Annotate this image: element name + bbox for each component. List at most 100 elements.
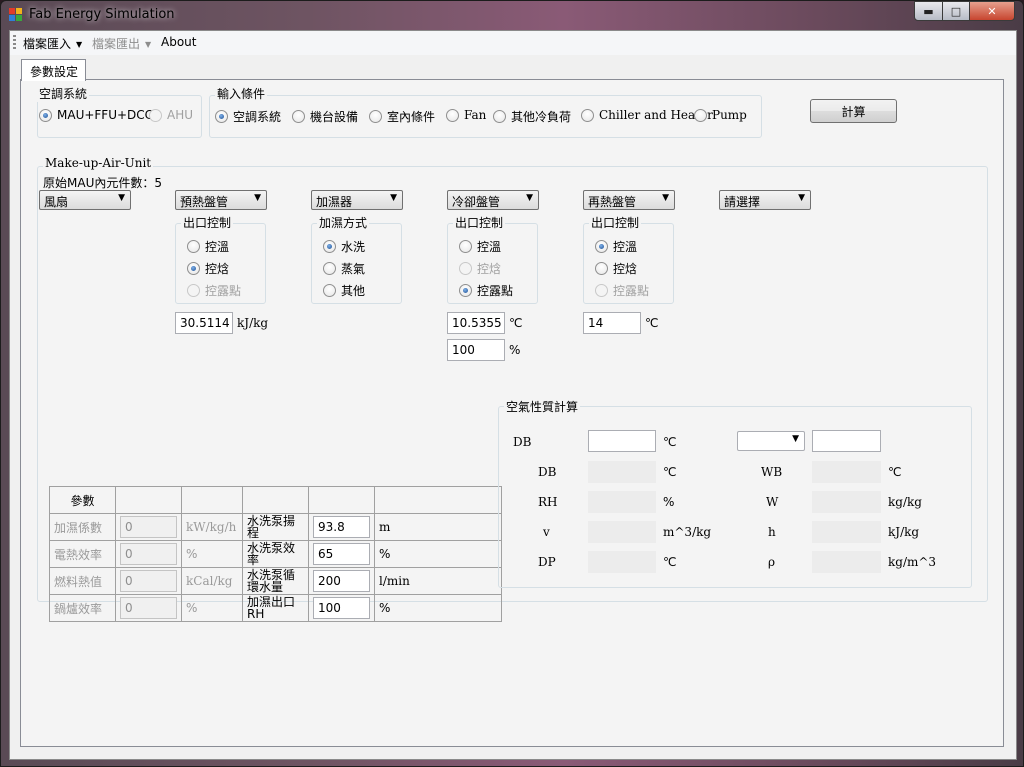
dropdown-arrow-icon: ▼ [526,193,533,203]
param-label-2: 水洗泵效率 [242,540,309,568]
param-value-input[interactable]: 0 [120,516,177,538]
param-label-2: 水洗泵循環水量 [242,567,309,595]
param-unit-2: % [374,540,502,568]
db-input[interactable] [588,430,656,452]
radio-input-other-load[interactable]: 其他冷負荷 [493,108,571,125]
air-h-unit: kJ/kg [888,525,920,539]
minimize-button[interactable]: ▬ [914,1,943,21]
combo-select[interactable]: 請選擇 ▼ [719,190,811,210]
radio-input-pump[interactable]: Pump [694,108,747,122]
radio-humidify-steam[interactable]: 蒸氣 [323,260,365,277]
app-icon [9,8,23,22]
air-dp-label: DP [538,555,556,569]
param-label: 鍋爐效率 [49,594,116,622]
window-title: Fab Energy Simulation [29,7,175,22]
humidify-method-title: 加濕方式 [317,214,370,231]
combo-fan[interactable]: 風扇 ▼ [39,190,131,210]
table-row: 燃料熱值 0 kCal/kg 水洗泵循環水量 200 l/min [49,567,502,595]
air-w-unit: kg/kg [888,495,922,509]
mau-group-title: Make-up-Air-Unit [43,156,154,170]
air-rho-output [812,551,881,573]
radio-cooling-dewpoint[interactable]: 控露點 [459,282,513,299]
tab-parameters[interactable]: 參數設定 [21,59,86,81]
minimize-icon: ▬ [923,4,934,18]
dropdown-arrow-icon: ▼ [254,193,261,203]
param-value-input-2[interactable]: 65 [313,543,370,565]
radio-cooling-enthalpy[interactable]: 控焓 [459,260,501,277]
param-value-input[interactable]: 0 [120,597,177,619]
preheat-control-title: 出口控制 [181,214,234,231]
param-value-input[interactable]: 0 [120,570,177,592]
radio-preheat-dewpoint[interactable]: 控露點 [187,282,241,299]
combo-humidifier[interactable]: 加濕器 ▼ [311,190,403,210]
combo-cooling[interactable]: 冷卻盤管 ▼ [447,190,539,210]
dropdown-arrow-icon: ▼ [662,193,669,203]
air-rh-unit: % [663,495,675,509]
param-value-input-2[interactable]: 200 [313,570,370,592]
radio-input-equipment[interactable]: 機台設備 [292,108,358,125]
menu-about[interactable]: About [161,35,196,49]
radio-ahu[interactable]: AHU [149,108,193,122]
radio-humidify-water[interactable]: 水洗 [323,238,365,255]
radio-input-aircon[interactable]: 空調系統 [215,108,281,125]
close-icon: ✕ [987,4,997,18]
property-value-input[interactable] [812,430,881,452]
radio-preheat-temp[interactable]: 控溫 [187,238,229,255]
maximize-button[interactable]: □ [942,1,970,21]
menu-import[interactable]: 檔案匯入 ▼ [23,35,82,52]
reheat-value-input[interactable]: 14 [583,312,641,334]
air-db-label: DB [538,465,557,479]
property-select[interactable]: ▼ [737,431,805,451]
client-area: 檔案匯入 ▼ 檔案匯出 ▼ About 參數設定 空調系統 MAU+FFU+DCC … [9,30,1017,760]
table-row: 鍋爐效率 0 % 加濕出口RH 100 % [49,594,502,622]
cooling-rh-unit: % [509,343,521,357]
radio-preheat-enthalpy[interactable]: 控焓 [187,260,229,277]
calculate-button[interactable]: 計算 [810,99,897,123]
param-label-2: 水洗泵揚程 [242,513,309,541]
table-row: 電熱效率 0 % 水洗泵效率 65 % [49,540,502,568]
radio-input-fan[interactable]: Fan [446,108,486,122]
param-label: 燃料熱值 [49,567,116,595]
air-wb-output [812,461,881,483]
table-header-row: 參數 [49,486,502,514]
radio-input-indoor[interactable]: 室內條件 [369,108,435,125]
combo-reheat[interactable]: 再熱盤管 ▼ [583,190,675,210]
air-dp-output [588,551,656,573]
combo-preheat[interactable]: 預熱盤管 ▼ [175,190,267,210]
close-button[interactable]: ✕ [969,1,1015,21]
air-v-label: v [543,525,550,539]
param-label-2: 加濕出口RH [242,594,309,622]
param-value-input[interactable]: 0 [120,543,177,565]
cooling-unit: ℃ [509,316,523,330]
param-unit: % [181,540,243,568]
radio-reheat-enthalpy[interactable]: 控焓 [595,260,637,277]
preheat-value-input[interactable]: 30.5114 [175,312,233,334]
title-bar[interactable]: Fab Energy Simulation ▬ □ ✕ [1,1,1023,29]
cooling-value-input[interactable]: 10.5355 [447,312,505,334]
air-v-unit: m^3/kg [663,525,712,539]
menu-export[interactable]: 檔案匯出 ▼ [92,35,151,52]
param-value-input-2[interactable]: 93.8 [313,516,370,538]
radio-reheat-dewpoint[interactable]: 控露點 [595,282,649,299]
cooling-rh-input[interactable]: 100 [447,339,505,361]
air-rho-label: ρ [768,555,776,569]
dropdown-arrow-icon: ▼ [145,40,152,49]
air-wb-label: WB [761,465,783,479]
dropdown-arrow-icon: ▼ [390,193,397,203]
param-unit: kW/kg/h [181,513,243,541]
input-conditions-title: 輸入條件 [215,85,268,102]
param-value-input-2[interactable]: 100 [313,597,370,619]
cooling-control-title: 出口控制 [453,214,506,231]
maximize-icon: □ [950,4,962,18]
air-h-output [812,521,881,543]
radio-humidify-other[interactable]: 其他 [323,282,365,299]
radio-reheat-temp[interactable]: 控溫 [595,238,637,255]
air-rh-label: RH [538,495,558,509]
dropdown-arrow-icon: ▼ [798,193,805,203]
param-unit-2: l/min [374,567,502,595]
radio-mau[interactable]: MAU+FFU+DCC [39,108,153,122]
tab-page: 空調系統 MAU+FFU+DCC AHU 輸入條件 空調系統 機台設備 室內條件… [20,79,1004,747]
aircon-system-title: 空調系統 [37,85,90,102]
parameters-table: 參數 加濕係數 0 kW/kg/h 水洗泵揚程 93.8 m 電熱效率 0 % … [49,486,502,622]
radio-cooling-temp[interactable]: 控溫 [459,238,501,255]
